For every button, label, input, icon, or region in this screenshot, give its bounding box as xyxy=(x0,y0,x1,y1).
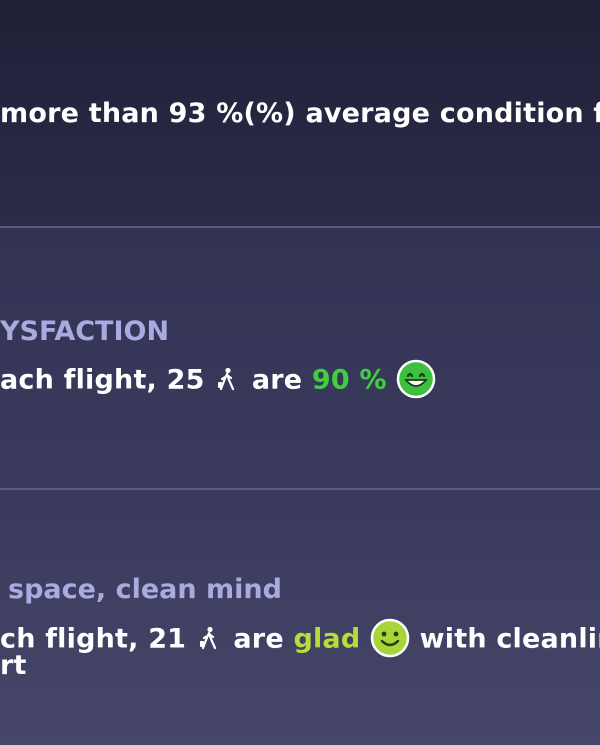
satisfaction-prefix: ach flight, 25 xyxy=(0,364,205,396)
cleanliness-line-2: rt xyxy=(0,650,27,681)
cleanliness-title: space, clean mind xyxy=(8,574,282,605)
satisfaction-title: YSFACTION xyxy=(0,316,170,347)
goal-panel: more than 93 %(%) average condition for xyxy=(0,0,600,228)
cleanliness-middle: are xyxy=(233,623,284,655)
satisfaction-value: 90 % xyxy=(311,364,387,396)
cleanliness-suffix: with cleanline xyxy=(419,623,600,655)
game-screen: more than 93 %(%) average condition for … xyxy=(0,0,600,745)
satisfaction-middle: are xyxy=(251,364,303,396)
goal-text: more than 93 %(%) average condition for xyxy=(0,98,600,129)
cleanliness-line: ch flight, 21 are glad with cleanline xyxy=(0,618,600,660)
cleanliness-prefix: ch flight, 21 xyxy=(0,623,187,655)
grinning-face-icon xyxy=(397,359,436,399)
cleanliness-value: glad xyxy=(293,623,361,655)
satisfaction-panel: YSFACTION ach flight, 25 are 90 % xyxy=(0,228,600,490)
traveler-icon xyxy=(199,626,216,649)
cleanliness-panel: space, clean mind ch flight, 21 are glad… xyxy=(0,490,600,745)
traveler-icon xyxy=(218,367,235,390)
smiling-face-icon xyxy=(370,618,410,658)
satisfaction-line: ach flight, 25 are 90 % xyxy=(0,359,436,401)
